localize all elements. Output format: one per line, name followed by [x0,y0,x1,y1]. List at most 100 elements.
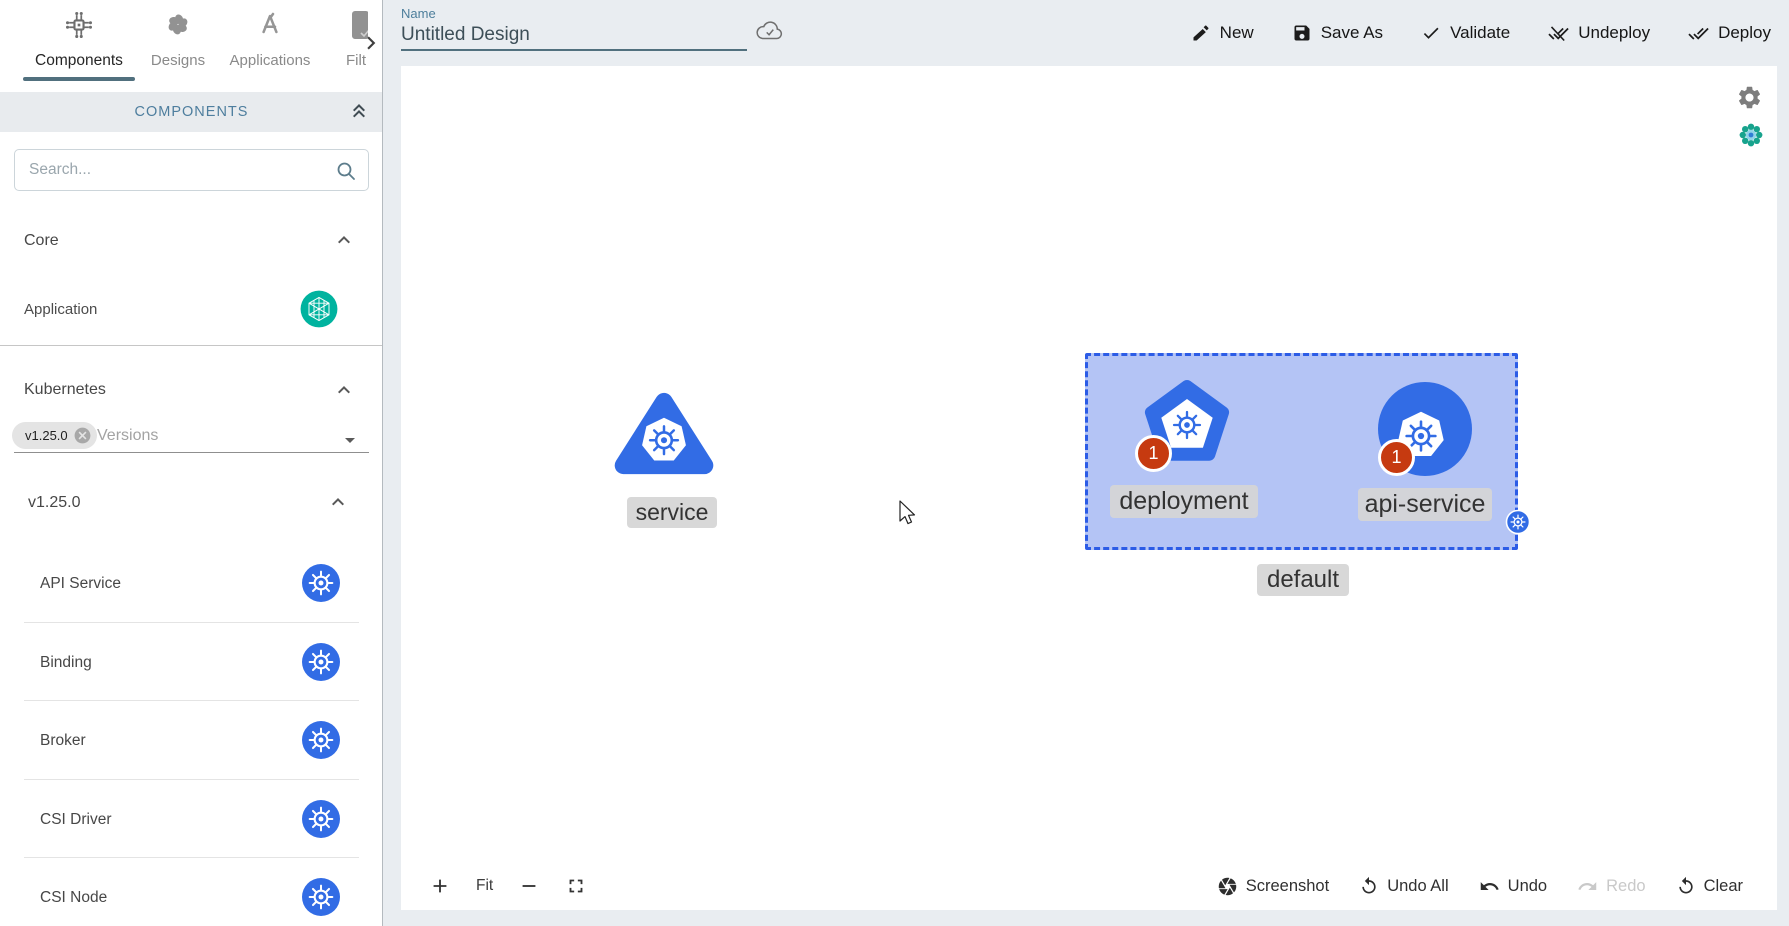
check-icon [1421,23,1441,43]
cloud-saved-icon [755,18,785,44]
gear-icon [1736,84,1763,111]
new-button-label: New [1220,23,1254,43]
node-label-deployment: deployment [1110,485,1258,518]
kubernetes-context-button[interactable] [1737,121,1765,154]
kubernetes-icon [301,720,341,760]
design-canvas[interactable]: service 1 deployment 1 api-service defau… [401,66,1777,910]
tab-components[interactable]: Components [20,0,138,84]
undeploy-button[interactable]: Undeploy [1548,23,1650,44]
node-label-api-service: api-service [1358,488,1492,521]
kubernetes-icon [301,799,341,839]
search-icon[interactable] [334,159,358,183]
dropdown-arrow-icon [338,428,362,452]
component-label: CSI Driver [40,811,111,829]
fullscreen-icon [565,875,587,897]
name-field-label: Name [401,6,436,21]
component-label: API Service [40,575,121,593]
collapse-v1250-button[interactable] [326,490,350,519]
done-all-icon [1688,23,1709,44]
divider [0,345,383,346]
undo-button-label: Undo [1508,877,1547,896]
component-item-binding[interactable]: Binding [0,623,383,702]
redo-icon [1577,876,1598,897]
save-icon [1292,23,1312,43]
chip-remove-icon[interactable] [73,426,92,445]
save-as-button-label: Save As [1321,23,1383,43]
tab-designs[interactable]: Designs [140,0,216,84]
zoom-in-button[interactable] [429,875,451,897]
double-chevron-up-icon [347,100,371,124]
chevron-right-icon [358,30,383,56]
screenshot-button-label: Screenshot [1246,877,1329,896]
meshery-flower-icon [1737,121,1765,149]
aperture-icon [1217,876,1238,897]
kubernetes-icon [301,877,341,917]
design-name-input[interactable] [401,22,747,48]
design-actions: New Save As Validate Undeploy [1191,0,1771,66]
sidebar-tabs: Components Designs [0,0,382,84]
undo-button[interactable]: Undo [1479,876,1547,897]
component-item-application[interactable]: Application [0,283,383,339]
collapse-kubernetes-button[interactable] [332,378,356,407]
fullscreen-button[interactable] [565,875,587,897]
component-item-csi-node[interactable]: CSI Node [0,858,383,926]
tab-applications-label: Applications [224,52,316,69]
pencil-icon [1191,23,1211,43]
chevron-up-icon [332,378,356,402]
group-kubernetes-handle-icon[interactable] [1505,509,1531,535]
components-icon [63,9,95,41]
deploy-button[interactable]: Deploy [1688,23,1771,44]
search-input[interactable] [29,150,329,190]
undo-icon [1479,876,1500,897]
screenshot-button[interactable]: Screenshot [1217,876,1329,897]
chevron-up-icon [332,228,356,252]
section-title-v1250: v1.25.0 [28,494,80,512]
clear-replay-icon [1676,876,1696,896]
components-sidebar: Components Designs [0,0,383,926]
tab-applications[interactable]: Applications [224,0,316,84]
minus-icon [518,875,540,897]
panel-title: COMPONENTS [135,104,249,120]
undo-all-button[interactable]: Undo All [1359,876,1448,896]
component-item-api-service[interactable]: API Service [0,544,383,623]
fit-view-button[interactable]: Fit [476,877,493,895]
tabs-scroll-right-button[interactable] [358,30,383,56]
mouse-cursor [898,500,922,528]
component-label: Application [24,301,97,318]
redo-button[interactable]: Redo [1577,876,1645,897]
tab-designs-label: Designs [140,52,216,69]
component-item-broker[interactable]: Broker [0,701,383,780]
canvas-settings-button[interactable] [1736,84,1763,116]
design-topbar: Name New Save As [384,0,1789,66]
plus-icon [429,875,451,897]
new-button[interactable]: New [1191,23,1254,43]
meshery-application-icon [299,289,339,329]
validate-button[interactable]: Validate [1421,23,1510,43]
history-controls: Screenshot Undo All Undo Redo [1217,869,1743,903]
zoom-controls: Fit [429,869,587,903]
version-chip[interactable]: v1.25.0 [12,422,97,449]
component-label: Broker [40,732,86,750]
collapse-core-button[interactable] [332,228,356,257]
component-label: CSI Node [40,889,107,907]
active-tab-indicator [23,77,135,81]
component-item-csi-driver[interactable]: CSI Driver [0,780,383,859]
kubernetes-icon [301,642,341,682]
designs-icon [163,9,193,39]
applications-icon [255,9,285,39]
done-all-crossed-icon [1548,23,1569,44]
collapse-panel-button[interactable] [347,100,371,128]
save-as-button[interactable]: Save As [1292,23,1383,43]
section-title-core: Core [24,232,59,250]
node-service[interactable] [606,384,722,481]
clear-button[interactable]: Clear [1676,876,1743,896]
clear-button-label: Clear [1704,877,1743,896]
name-field-underline [401,49,747,51]
version-chip-label: v1.25.0 [25,428,68,443]
group-label-default: default [1257,564,1349,596]
node-badge-api-service: 1 [1378,439,1415,476]
versions-select-placeholder[interactable]: Versions [97,427,158,445]
node-badge-deployment: 1 [1135,435,1172,472]
panel-header: COMPONENTS [0,92,383,132]
zoom-out-button[interactable] [518,875,540,897]
